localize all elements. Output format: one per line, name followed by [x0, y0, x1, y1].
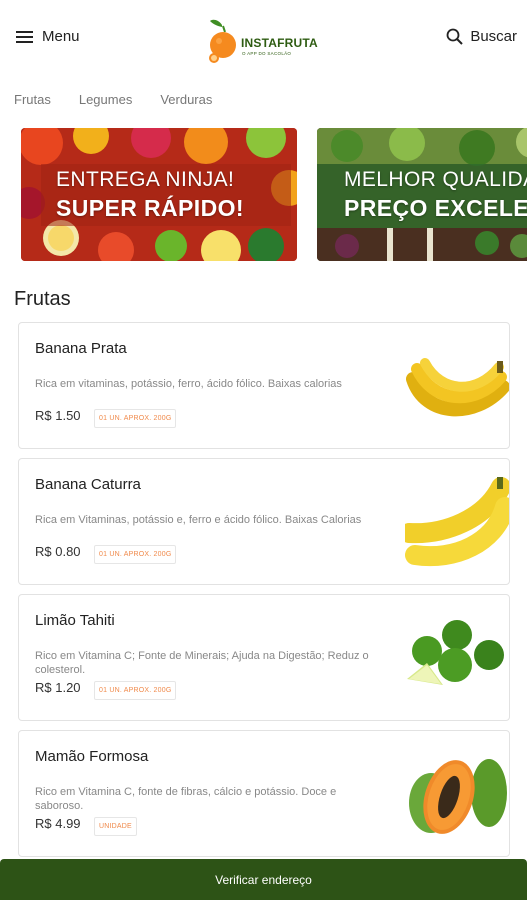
verify-address-label: Verificar endereço: [215, 872, 312, 887]
product-name: Mamão Formosa: [35, 748, 149, 765]
search-icon: [446, 28, 464, 45]
category-tabs: Frutas Legumes Verduras: [14, 92, 240, 107]
tab-verduras[interactable]: Verduras: [160, 92, 212, 107]
menu-label: Menu: [42, 28, 80, 45]
hamburger-icon: [16, 30, 33, 43]
mamao-image: [409, 759, 507, 834]
search-button[interactable]: Buscar: [446, 28, 517, 45]
product-name: Banana Caturra: [35, 476, 141, 493]
banana-caturra-image: [405, 477, 509, 567]
limao-image: [407, 620, 504, 685]
menu-button[interactable]: Menu: [16, 28, 80, 45]
product-card[interactable]: Limão Tahiti Rico em Vitamina C; Fonte d…: [18, 594, 510, 721]
logo-tagline: O APP DO SACOLÃO: [242, 51, 292, 56]
product-description: Rica em Vitaminas, potássio e, ferro e á…: [35, 514, 362, 526]
product-card[interactable]: Banana Caturra Rica em Vitaminas, potáss…: [18, 458, 510, 585]
instafruta-logo[interactable]: INSTAFRUTA O APP DO SACOLÃO: [208, 17, 326, 65]
promo-banner-qualidade[interactable]: MELHOR QUALIDADE PREÇO EXCELENTE: [317, 128, 527, 261]
unit-badge: UNIDADE: [94, 817, 137, 836]
search-label: Buscar: [470, 28, 517, 45]
orange-fruit-logo-icon: [209, 19, 236, 63]
product-price: R$ 0.80: [35, 544, 81, 559]
product-description: Rico em Vitamina C, fonte de fibras, cál…: [35, 786, 337, 812]
product-card[interactable]: Mamão Formosa Rico em Vitamina C, fonte …: [18, 730, 510, 857]
unit-badge: 01 UN. APROX. 200G: [94, 409, 177, 428]
product-name: Banana Prata: [35, 340, 127, 357]
promo-banner-entrega[interactable]: ENTREGA NINJA! SUPER RÁPIDO!: [21, 128, 297, 261]
banana-prata-image: [406, 358, 509, 417]
tab-legumes[interactable]: Legumes: [79, 92, 132, 107]
logo-wordmark: INSTAFRUTA: [241, 36, 318, 50]
product-price: R$ 1.50: [35, 408, 81, 423]
unit-badge: 01 UN. APROX. 200G: [94, 545, 177, 564]
banner-line-2: PREÇO EXCELENTE: [344, 195, 527, 221]
banner-line-1: ENTREGA NINJA!: [56, 168, 235, 191]
product-description: Rica em vitaminas, potássio, ferro, ácid…: [35, 378, 342, 390]
tab-frutas[interactable]: Frutas: [14, 92, 51, 107]
unit-badge: 01 UN. APROX. 200G: [94, 681, 177, 700]
product-card[interactable]: Banana Prata Rica em vitaminas, potássio…: [18, 322, 510, 449]
app-header: Menu INSTAFRUTA O APP DO SACOLÃO Buscar: [0, 0, 527, 82]
product-description: Rico em Vitamina C; Fonte de Minerais; A…: [35, 650, 369, 676]
product-name: Limão Tahiti: [35, 612, 115, 629]
product-price: R$ 4.99: [35, 816, 81, 831]
banner-line-2: SUPER RÁPIDO!: [56, 195, 244, 221]
banner-line-1: MELHOR QUALIDADE: [344, 168, 527, 191]
section-title: Frutas: [14, 288, 71, 310]
product-price: R$ 1.20: [35, 680, 81, 695]
verify-address-button[interactable]: Verificar endereço: [0, 859, 527, 900]
